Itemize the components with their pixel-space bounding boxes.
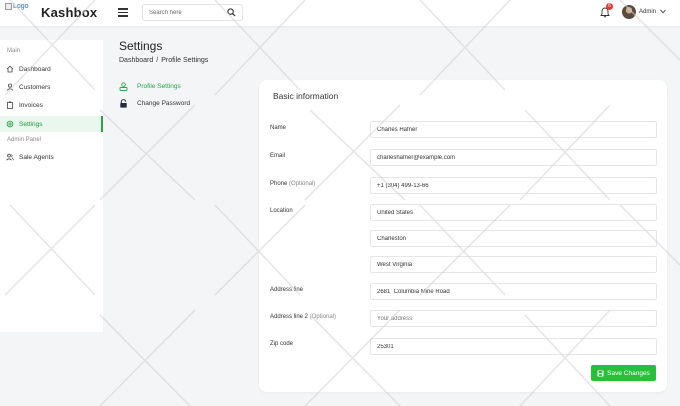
user-icon <box>119 81 128 91</box>
state-field[interactable] <box>370 256 657 273</box>
sidebar-item-dashboard[interactable]: Dashboard <box>0 61 103 77</box>
chevron-down-icon[interactable] <box>660 9 666 14</box>
sidebar-section-main: Main <box>7 48 21 54</box>
sidebar-item-sale-agents[interactable]: Sale Agents <box>0 149 103 165</box>
email-field[interactable] <box>370 149 657 166</box>
logo-alt-text: Logo <box>13 3 29 10</box>
subnav-profile-settings[interactable]: Profile Settings <box>119 80 181 92</box>
users-icon <box>6 153 14 161</box>
address2-label: Address line 2 (Optional) <box>270 314 336 320</box>
avatar[interactable] <box>622 5 636 19</box>
brand-name[interactable]: Kashbox <box>41 5 97 20</box>
sidebar-item-label: Sale Agents <box>19 153 54 161</box>
phone-label-text: Phone <box>270 181 288 187</box>
address1-field[interactable] <box>370 283 657 300</box>
save-changes-button[interactable]: Save Changes <box>591 365 656 381</box>
optional-tag: (Optional) <box>289 181 316 187</box>
broken-image-icon <box>5 3 12 10</box>
zip-label: Zip code <box>270 341 294 347</box>
search-box <box>142 4 243 21</box>
clipboard-icon <box>7 101 13 109</box>
user-name[interactable]: Admin <box>639 9 656 15</box>
breadcrumb: Dashboard / Profile Settings <box>119 57 208 64</box>
address2-label-text: Address line 2 <box>270 314 309 320</box>
city-field[interactable] <box>370 230 657 247</box>
sidebar-item-settings[interactable]: Settings <box>0 116 103 132</box>
subnav-label: Change Password <box>137 99 191 107</box>
logo[interactable]: Logo <box>5 3 29 10</box>
address1-label: Address line <box>270 287 304 293</box>
lock-icon <box>120 98 127 108</box>
user-icon <box>6 83 14 91</box>
location-label: Location <box>270 208 293 214</box>
address2-field[interactable] <box>370 310 657 327</box>
breadcrumb-separator: / <box>156 57 159 64</box>
sidebar-item-label: Customers <box>19 83 51 91</box>
search-input[interactable] <box>143 5 223 20</box>
zip-field[interactable] <box>370 338 657 355</box>
top-header: Logo Kashbox 6 Admin <box>0 0 680 26</box>
sidebar-section-admin: Admin Panel <box>7 137 42 143</box>
sidebar-item-invoices[interactable]: Invoices <box>0 97 103 113</box>
gear-icon <box>6 120 14 128</box>
breadcrumb-current: Profile Settings <box>161 57 209 64</box>
breadcrumb-dashboard[interactable]: Dashboard <box>119 57 153 64</box>
name-label: Name <box>270 125 287 131</box>
sidebar-item-label: Invoices <box>19 101 43 109</box>
optional-tag: (Optional) <box>309 314 337 320</box>
notification-badge: 6 <box>606 3 613 10</box>
sidebar-item-customers[interactable]: Customers <box>0 79 103 95</box>
home-icon <box>6 65 14 73</box>
subnav-change-password[interactable]: Change Password <box>119 97 190 109</box>
save-icon <box>597 370 604 376</box>
email-label: Email <box>270 153 286 159</box>
phone-field[interactable] <box>370 177 657 194</box>
sidebar-item-label: Dashboard <box>19 65 51 73</box>
save-button-label: Save Changes <box>607 369 650 377</box>
search-icon[interactable] <box>227 8 236 17</box>
card-title: Basic information <box>273 91 339 101</box>
hamburger-menu-icon[interactable] <box>118 8 128 17</box>
sidebar-item-label: Settings <box>19 120 43 128</box>
subnav-label: Profile Settings <box>137 82 181 90</box>
page-title: Settings <box>119 39 163 53</box>
country-field[interactable] <box>370 204 657 221</box>
name-field[interactable] <box>370 121 657 138</box>
phone-label: Phone (Optional) <box>270 181 315 187</box>
